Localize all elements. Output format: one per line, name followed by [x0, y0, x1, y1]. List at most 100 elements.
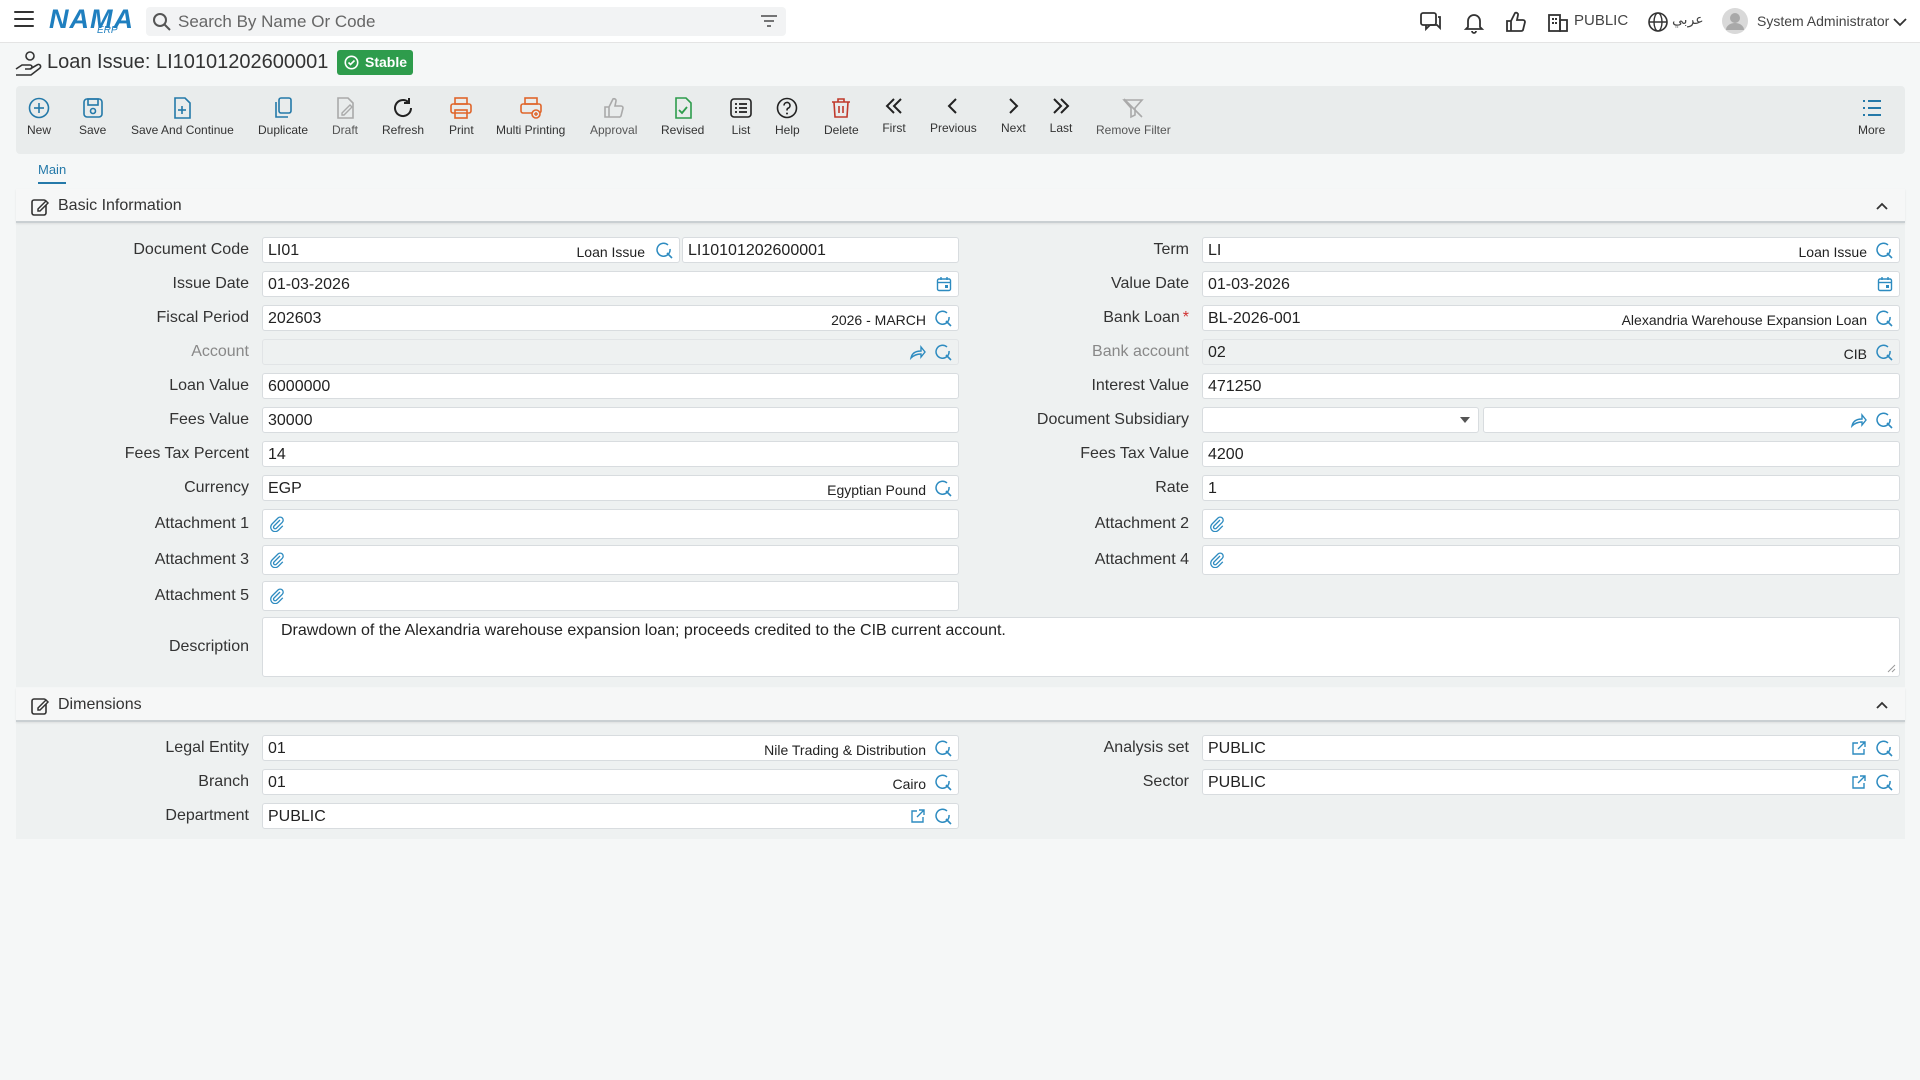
external-link-icon[interactable] [1851, 774, 1867, 790]
external-link-icon[interactable] [1851, 740, 1867, 756]
next-button[interactable]: Next [1001, 94, 1026, 135]
save-and-continue-button[interactable]: Save And Continue [131, 96, 234, 137]
last-button[interactable]: Last [1049, 94, 1073, 135]
document-subsidiary-lookup-field[interactable] [1483, 407, 1900, 433]
filter-icon[interactable] [760, 13, 778, 29]
branch-field[interactable]: 01 Cairo [262, 769, 959, 795]
globe-icon[interactable] [1646, 10, 1670, 34]
list-label: List [731, 123, 751, 137]
notifications-icon[interactable] [1462, 10, 1486, 34]
lookup-icon[interactable] [1876, 344, 1893, 361]
list-button[interactable]: List [729, 96, 753, 137]
lookup-icon[interactable] [935, 310, 952, 327]
share-icon[interactable] [1850, 412, 1867, 429]
document-subsidiary-select[interactable] [1202, 407, 1479, 433]
draft-button[interactable]: Draft [332, 96, 358, 137]
fees-tax-value-field[interactable]: 4200 [1202, 441, 1900, 467]
user-name[interactable]: System Administrator [1757, 13, 1889, 29]
external-link-icon[interactable] [910, 808, 926, 824]
list-icon [730, 98, 752, 118]
like-icon[interactable] [1504, 10, 1528, 34]
help-button[interactable]: Help [775, 96, 800, 137]
more-button[interactable]: More [1858, 96, 1885, 137]
lookup-icon[interactable] [1876, 242, 1893, 259]
account-label: Account [191, 343, 249, 360]
basic-information-header[interactable]: Basic Information [16, 189, 1905, 223]
analysis-set-field[interactable]: PUBLIC [1202, 735, 1900, 761]
attachment-1-field[interactable] [262, 509, 959, 539]
value-date-field[interactable]: 01-03-2026 [1202, 271, 1900, 297]
share-icon[interactable] [909, 344, 926, 361]
paperclip-icon[interactable] [1209, 516, 1225, 532]
attachment-2-field[interactable] [1202, 509, 1900, 539]
paperclip-icon[interactable] [1209, 552, 1225, 568]
lookup-icon[interactable] [935, 740, 952, 757]
interest-value-field[interactable]: 471250 [1202, 373, 1900, 399]
fiscal-period-field[interactable]: 202603 2026 - MARCH [262, 305, 959, 331]
interest-value-value: 471250 [1208, 378, 1262, 395]
attachment-5-field[interactable] [262, 581, 959, 611]
messages-icon[interactable] [1419, 10, 1443, 34]
issue-date-field[interactable]: 01-03-2026 [262, 271, 959, 297]
lookup-icon[interactable] [1876, 412, 1893, 429]
company-label[interactable]: PUBLIC [1574, 12, 1628, 29]
remove-filter-button[interactable]: Remove Filter [1096, 96, 1171, 137]
lookup-icon[interactable] [935, 808, 952, 825]
lookup-icon[interactable] [935, 344, 952, 361]
tab-main[interactable]: Main [38, 162, 67, 184]
attachment-3-field[interactable] [262, 545, 959, 575]
lookup-icon[interactable] [1876, 310, 1893, 327]
language-switch[interactable]: عربي [1672, 12, 1704, 28]
company-icon[interactable] [1546, 10, 1570, 34]
fees-value-field[interactable]: 30000 [262, 407, 959, 433]
refresh-button[interactable]: Refresh [382, 96, 424, 137]
document-number-field[interactable]: LI10101202600001 [682, 237, 959, 263]
first-button[interactable]: First [882, 94, 906, 135]
previous-button[interactable]: Previous [930, 94, 977, 135]
description-textarea[interactable]: Drawdown of the Alexandria warehouse exp… [262, 617, 1900, 677]
paperclip-icon[interactable] [269, 516, 285, 532]
calendar-icon[interactable] [936, 276, 952, 292]
calendar-icon[interactable] [1877, 276, 1893, 292]
avatar-icon[interactable] [1722, 8, 1748, 34]
resize-handle-icon[interactable] [1887, 664, 1896, 673]
loan-value-field[interactable]: 6000000 [262, 373, 959, 399]
check-circle-icon [344, 55, 359, 70]
dimensions-header[interactable]: Dimensions [16, 688, 1905, 722]
approval-button[interactable]: Approval [590, 96, 637, 137]
paperclip-icon[interactable] [269, 588, 285, 604]
lookup-icon[interactable] [1876, 740, 1893, 757]
chevron-up-icon[interactable] [1875, 199, 1889, 213]
revised-button[interactable]: Revised [661, 96, 704, 137]
lookup-icon[interactable] [656, 242, 673, 259]
account-field[interactable] [262, 339, 959, 365]
sector-field[interactable]: PUBLIC [1202, 769, 1900, 795]
bank-account-field[interactable]: 02 CIB [1202, 339, 1900, 365]
print-button[interactable]: Print [449, 96, 474, 137]
fees-tax-percent-field[interactable]: 14 [262, 441, 959, 467]
attachment-4-field[interactable] [1202, 545, 1900, 575]
section-title: Dimensions [58, 696, 142, 713]
duplicate-button[interactable]: Duplicate [258, 96, 308, 137]
bank-loan-field[interactable]: BL-2026-001 Alexandria Warehouse Expansi… [1202, 305, 1900, 331]
rate-field[interactable]: 1 [1202, 475, 1900, 501]
chevron-up-icon[interactable] [1875, 698, 1889, 712]
menu-icon[interactable] [14, 11, 34, 31]
currency-field[interactable]: EGP Egyptian Pound [262, 475, 959, 501]
document-code-field[interactable]: LI01 Loan Issue [262, 237, 680, 263]
paperclip-icon[interactable] [269, 552, 285, 568]
lookup-icon[interactable] [935, 480, 952, 497]
delete-button[interactable]: Delete [824, 96, 859, 137]
save-button[interactable]: Save [79, 96, 106, 137]
lookup-icon[interactable] [1876, 774, 1893, 791]
legal-entity-field[interactable]: 01 Nile Trading & Distribution [262, 735, 959, 761]
department-field[interactable]: PUBLIC [262, 803, 959, 829]
logo[interactable]: NAMA ERP [49, 4, 133, 36]
chevron-down-icon[interactable] [1892, 14, 1908, 30]
multi-printing-button[interactable]: Multi Printing [496, 96, 565, 137]
search-input[interactable] [178, 11, 738, 32]
caret-down-icon[interactable] [1460, 417, 1470, 424]
term-field[interactable]: LI Loan Issue [1202, 237, 1900, 263]
lookup-icon[interactable] [935, 774, 952, 791]
new-button[interactable]: New [27, 96, 51, 137]
